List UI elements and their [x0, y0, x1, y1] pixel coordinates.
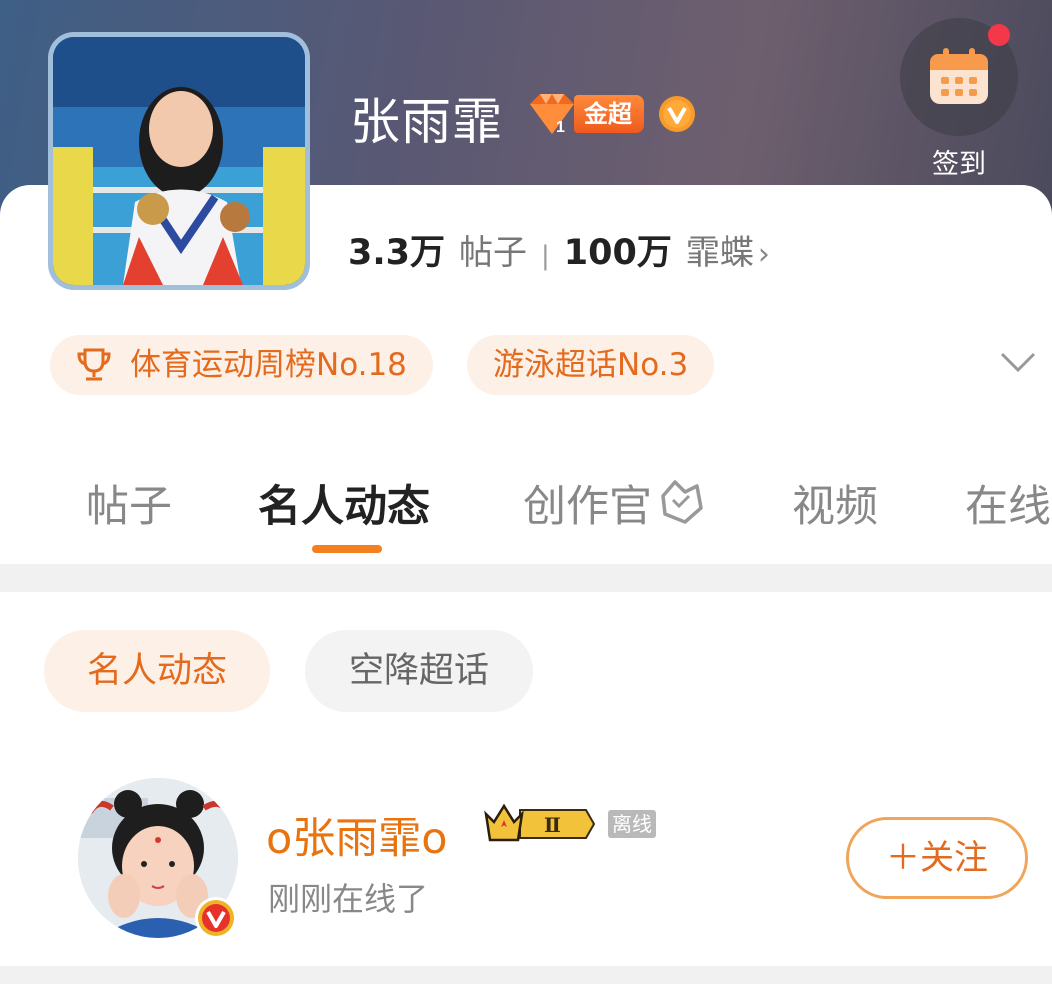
- user-name[interactable]: o张雨霏o: [266, 804, 448, 866]
- section-divider: [0, 564, 1052, 592]
- verified-v-icon: [195, 897, 237, 939]
- rank-pill-sports[interactable]: 体育运动周榜No.18: [50, 335, 433, 395]
- posts-label[interactable]: 帖子: [459, 225, 527, 274]
- follow-button[interactable]: ＋关注: [846, 817, 1028, 899]
- creator-badge-icon: [661, 480, 703, 524]
- diamond-level-1-icon[interactable]: 1: [526, 92, 578, 136]
- chevron-right-icon[interactable]: ›: [758, 237, 770, 272]
- rank-pill-label: 游泳超话No.3: [493, 347, 689, 383]
- subtab-celebrity-updates[interactable]: 名人动态: [44, 630, 270, 712]
- profile-avatar-image: [53, 37, 305, 285]
- tab-posts[interactable]: 帖子: [86, 472, 172, 534]
- active-tab-indicator: [312, 545, 382, 553]
- notification-dot: [988, 24, 1010, 46]
- user-status-text: 刚刚在线了: [268, 880, 429, 918]
- rank-pill-label: 体育运动周榜No.18: [130, 347, 407, 383]
- online-status-tag: 离线: [608, 810, 656, 838]
- rank-pill-swimming[interactable]: 游泳超话No.3: [467, 335, 715, 395]
- posts-count[interactable]: 3.3万: [348, 224, 445, 275]
- tab-celebrity-updates[interactable]: 名人动态: [258, 472, 430, 534]
- bottom-divider: [0, 966, 1052, 984]
- fans-label[interactable]: 霏蝶: [686, 225, 754, 274]
- level-badge-text: Ⅱ: [544, 813, 561, 837]
- super-fan-badge[interactable]: 金超: [574, 95, 644, 133]
- crown-icon[interactable]: Ⅱ: [482, 800, 598, 848]
- verified-v-icon: [659, 96, 695, 132]
- chevron-down-icon[interactable]: [996, 344, 1040, 380]
- profile-stats: 3.3万 帖子 | 100万 霏蝶 ›: [348, 224, 770, 275]
- tab-videos[interactable]: 视频: [792, 472, 878, 534]
- svg-text:1: 1: [556, 119, 565, 136]
- profile-avatar[interactable]: [48, 32, 310, 290]
- calendar-icon: [930, 48, 988, 104]
- tab-online[interactable]: 在线: [965, 472, 1051, 534]
- subtab-airdrop-topics[interactable]: 空降超话: [305, 630, 533, 712]
- tab-creator[interactable]: 创作官: [523, 472, 652, 534]
- page-title: 张雨霏: [350, 93, 503, 151]
- stats-separator: |: [541, 241, 550, 271]
- fans-count[interactable]: 100万: [564, 224, 672, 275]
- trophy-icon: [77, 348, 111, 381]
- tab-creator-label: 创作官: [523, 482, 652, 532]
- checkin-label[interactable]: 签到: [900, 142, 1018, 181]
